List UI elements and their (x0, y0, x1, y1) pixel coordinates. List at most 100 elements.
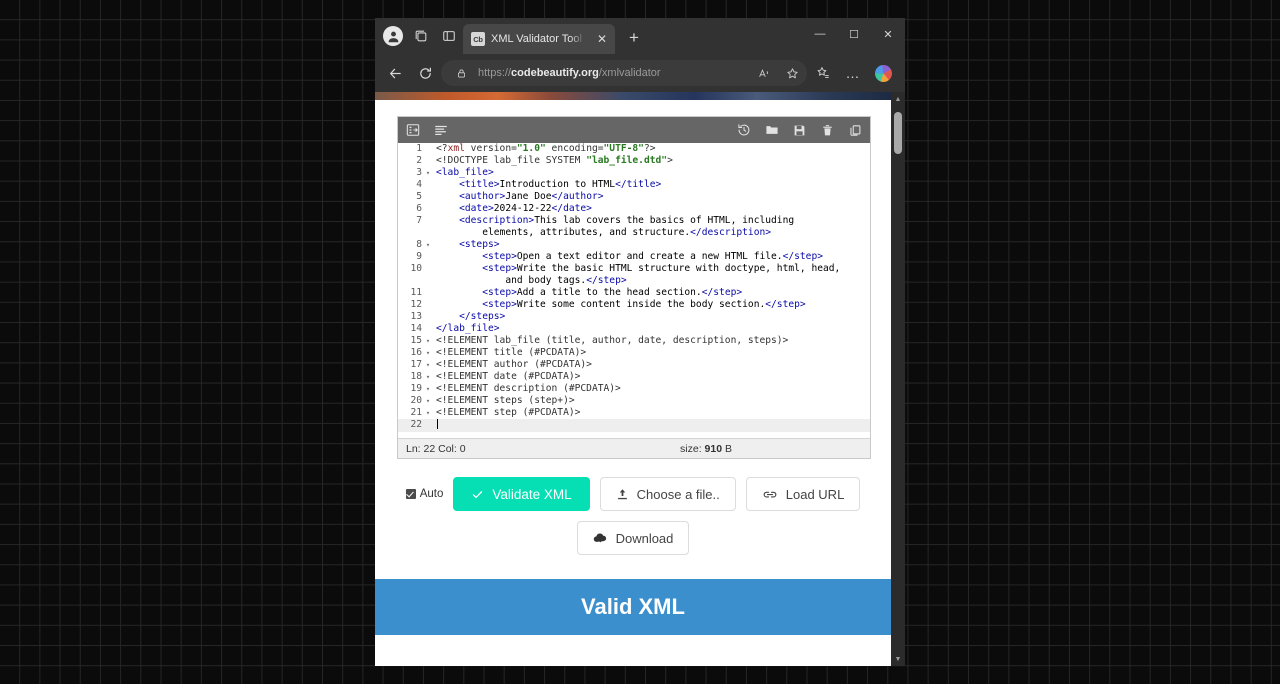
codebeautify-favicon: Cb (471, 32, 485, 46)
fold-toggle-icon[interactable]: ▾ (424, 239, 432, 251)
choose-file-label: Choose a file.. (636, 486, 720, 502)
line-number: 21 (410, 407, 422, 418)
read-aloud-icon[interactable] (753, 62, 775, 84)
fold-toggle-icon[interactable]: ▾ (424, 347, 432, 359)
scroll-down-arrow[interactable]: ▼ (891, 652, 905, 666)
page-viewport: 1 <?xml version="1.0" encoding="UTF-8"?> 2… (375, 92, 905, 666)
history-icon[interactable] (736, 123, 751, 138)
line-number: 1 (416, 143, 422, 154)
auto-validate-checkbox[interactable]: Auto (405, 488, 443, 500)
line-number: 3 (416, 167, 422, 178)
code-text: <!ELEMENT step (#PCDATA)> (436, 407, 581, 418)
scrollbar-thumb[interactable] (894, 112, 902, 154)
code-line[interactable]: 11 <step>Add a title to the head section… (398, 287, 870, 299)
folder-icon[interactable] (764, 123, 779, 138)
minimize-button[interactable]: — (803, 18, 837, 50)
code-text: <!ELEMENT steps (step+)> (436, 395, 575, 406)
line-number: 5 (416, 191, 422, 202)
line-number: 22 (410, 419, 422, 430)
code-line[interactable]: 21 ▾ <!ELEMENT step (#PCDATA)> (398, 407, 870, 419)
star-icon[interactable] (781, 62, 803, 84)
load-url-button[interactable]: Load URL (745, 477, 861, 511)
code-line[interactable]: 3 ▾ <lab_file> (398, 167, 870, 179)
collections-icon[interactable] (809, 59, 837, 87)
indent-icon[interactable] (405, 123, 420, 138)
code-line[interactable]: 5 <author>Jane Doe</author> (398, 191, 870, 203)
line-number: 13 (410, 311, 422, 322)
code-text: <!ELEMENT date (#PCDATA)> (436, 371, 581, 382)
save-icon[interactable] (792, 123, 807, 138)
code-text: <date>2024-12-22</date> (459, 203, 592, 214)
tab-actions-icon[interactable] (435, 22, 463, 50)
validate-xml-button[interactable]: Validate XML (453, 477, 590, 511)
url-text: https://codebeautify.org/xmlvalidator (478, 67, 661, 79)
fold-toggle-icon[interactable]: ▾ (424, 167, 432, 179)
code-text: <author>Jane Doe</author> (459, 191, 604, 202)
code-line[interactable]: 13 </steps> (398, 311, 870, 323)
line-number: 12 (410, 299, 422, 310)
validation-result-text: Valid XML (581, 594, 685, 619)
code-line[interactable]: 19 ▾ <!ELEMENT description (#PCDATA)> (398, 383, 870, 395)
format-lines-icon[interactable] (433, 123, 448, 138)
upload-icon (617, 488, 627, 499)
code-line[interactable]: 2 <!DOCTYPE lab_file SYSTEM "lab_file.dtd… (398, 155, 870, 167)
line-number: 20 (410, 395, 422, 406)
line-number: 6 (416, 203, 422, 214)
scrollbar-track[interactable] (891, 106, 905, 652)
line-number: 16 (410, 347, 422, 358)
code-line[interactable]: 17 ▾ <!ELEMENT author (#PCDATA)> (398, 359, 870, 371)
code-line[interactable]: 8 ▾ <steps> (398, 239, 870, 251)
copy-icon[interactable] (848, 123, 863, 138)
code-line[interactable]: 18 ▾ <!ELEMENT date (#PCDATA)> (398, 371, 870, 383)
code-line[interactable]: 4 <title>Introduction to HTML</title> (398, 179, 870, 191)
cursor-position: Ln: 22 Col: 0 (406, 442, 466, 455)
cloud-download-icon (593, 533, 606, 543)
code-line[interactable]: 16 ▾ <!ELEMENT title (#PCDATA)> (398, 347, 870, 359)
page-content: 1 <?xml version="1.0" encoding="UTF-8"?> 2… (375, 92, 891, 666)
code-text: <title>Introduction to HTML</title> (459, 179, 662, 190)
trash-icon[interactable] (820, 123, 835, 138)
new-tab-button[interactable]: + (621, 25, 647, 51)
choose-file-button[interactable]: Choose a file.. (599, 477, 736, 511)
fold-toggle-icon[interactable]: ▾ (424, 371, 432, 383)
line-number: 11 (410, 287, 422, 298)
page-scrollbar[interactable]: ▲ ▼ (891, 92, 905, 666)
profile-button[interactable] (379, 22, 407, 50)
address-bar[interactable]: https://codebeautify.org/xmlvalidator (441, 60, 807, 86)
code-line[interactable]: 10 <step>Write the basic HTML structure … (398, 263, 870, 287)
copilot-button[interactable] (869, 59, 897, 87)
code-line[interactable]: 9 <step>Open a text editor and create a … (398, 251, 870, 263)
split-screen-icon[interactable] (407, 22, 435, 50)
line-number: 17 (410, 359, 422, 370)
download-button[interactable]: Download (576, 521, 690, 555)
code-line[interactable]: 22 (398, 419, 870, 432)
line-number: 14 (410, 323, 422, 334)
line-number: 2 (416, 155, 422, 166)
code-text (432, 419, 870, 432)
code-line[interactable]: 14 </lab_file> (398, 323, 870, 335)
xml-code-editor[interactable]: 1 <?xml version="1.0" encoding="UTF-8"?> 2… (398, 143, 870, 438)
fold-toggle-icon[interactable]: ▾ (424, 335, 432, 347)
close-window-button[interactable]: ✕ (871, 18, 905, 50)
code-text: <!ELEMENT title (#PCDATA)> (436, 347, 587, 358)
code-line[interactable]: 20 ▾ <!ELEMENT steps (step+)> (398, 395, 870, 407)
fold-toggle-icon[interactable]: ▾ (424, 383, 432, 395)
close-tab-icon[interactable]: ✕ (593, 30, 611, 48)
fold-toggle-icon[interactable]: ▾ (424, 407, 432, 419)
code-line[interactable]: 1 <?xml version="1.0" encoding="UTF-8"?> (398, 143, 870, 155)
fold-toggle-icon[interactable]: ▾ (424, 395, 432, 407)
code-line[interactable]: 6 <date>2024-12-22</date> (398, 203, 870, 215)
code-line[interactable]: 12 <step>Write some content inside the b… (398, 299, 870, 311)
maximize-button[interactable]: ☐ (837, 18, 871, 50)
code-text: <!ELEMENT description (#PCDATA)> (436, 383, 621, 394)
validation-result-banner: Valid XML (375, 579, 891, 635)
refresh-button[interactable] (411, 59, 439, 87)
code-line[interactable]: 7 <description>This lab covers the basic… (398, 215, 870, 239)
code-line[interactable]: 15 ▾ <!ELEMENT lab_file (title, author, da… (398, 335, 870, 347)
scroll-up-arrow[interactable]: ▲ (891, 92, 905, 106)
code-text: <!ELEMENT lab_file (title, author, date,… (436, 335, 789, 346)
browser-tab[interactable]: Cb XML Validator Tool to validate XML ✕ (463, 24, 615, 54)
browser-menu-button[interactable]: … (839, 59, 867, 87)
back-button[interactable] (381, 59, 409, 87)
fold-toggle-icon[interactable]: ▾ (424, 359, 432, 371)
